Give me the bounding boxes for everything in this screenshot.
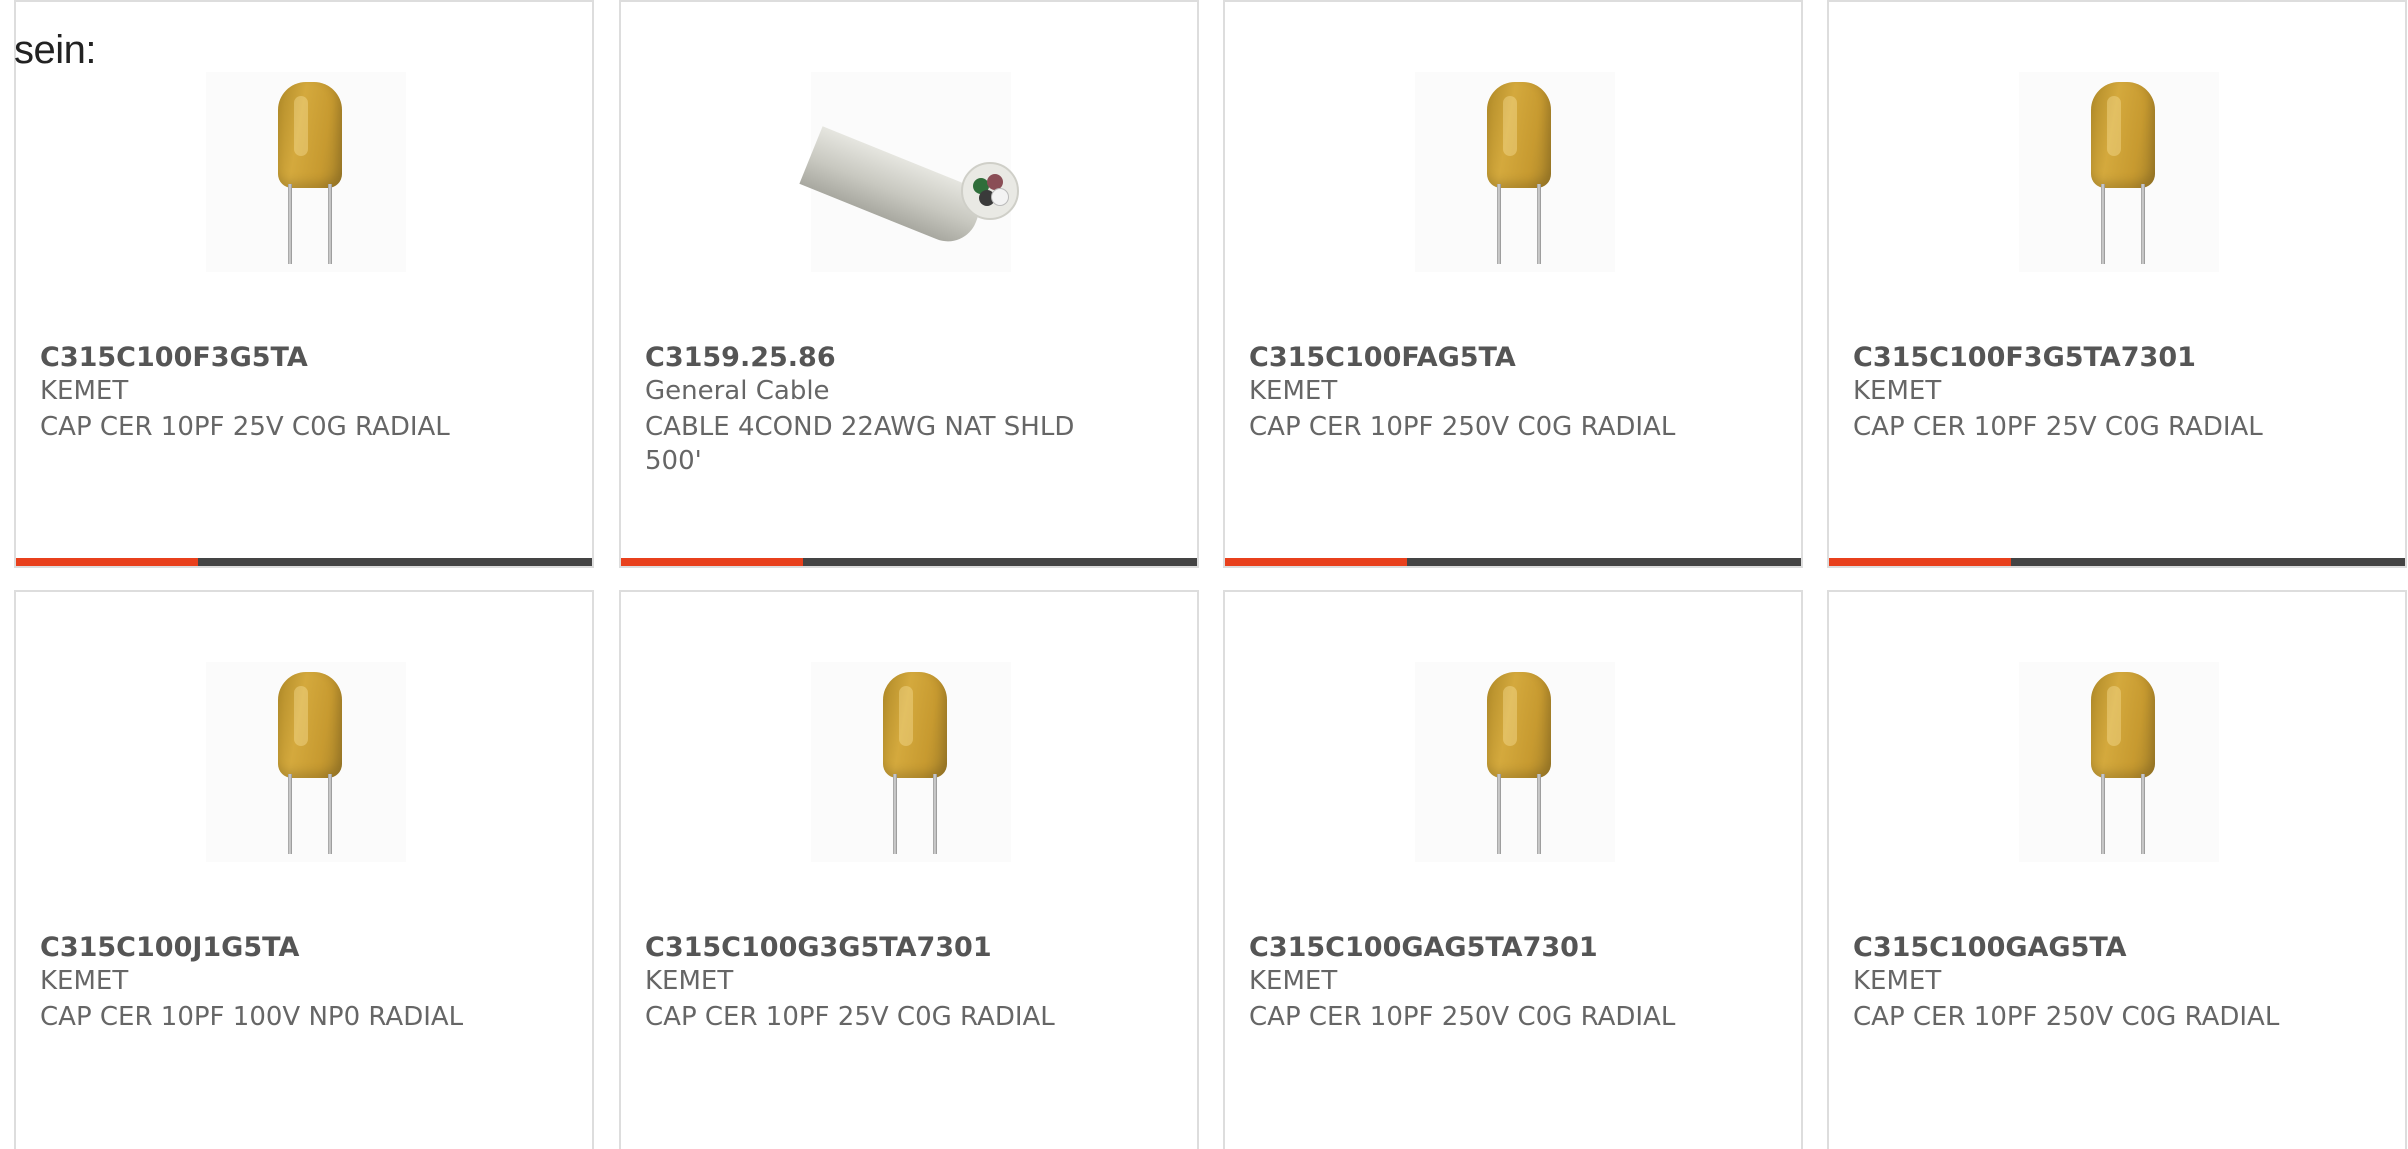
capacitor-lead bbox=[1497, 774, 1501, 854]
capacitor-lead bbox=[933, 774, 937, 854]
manufacturer: KEMET bbox=[645, 966, 734, 996]
part-number-link[interactable]: C315C100F3G5TA bbox=[40, 342, 308, 373]
card-footer-bar bbox=[16, 558, 592, 566]
capacitor-lead bbox=[893, 774, 897, 854]
card-footer-bar bbox=[1829, 558, 2405, 566]
capacitor-body bbox=[278, 672, 342, 778]
capacitor-lead bbox=[2141, 774, 2145, 854]
capacitor-image[interactable] bbox=[2019, 662, 2219, 862]
capacitor-image[interactable] bbox=[2019, 72, 2219, 272]
description: CAP CER 10PF 250V C0G RADIAL bbox=[1249, 1002, 1676, 1032]
product-card[interactable]: C315C100GAG5TA7301 KEMET CAP CER 10PF 25… bbox=[1223, 590, 1803, 1149]
capacitor-body bbox=[1487, 82, 1551, 188]
manufacturer: KEMET bbox=[40, 966, 129, 996]
product-card[interactable]: C315C100J1G5TA KEMET CAP CER 10PF 100V N… bbox=[14, 590, 594, 1149]
capacitor-image[interactable] bbox=[206, 72, 406, 272]
card-accent-bar bbox=[16, 558, 198, 566]
cable-image[interactable] bbox=[799, 72, 1019, 272]
product-card[interactable]: C315C100GAG5TA KEMET CAP CER 10PF 250V C… bbox=[1827, 590, 2407, 1149]
part-number-link[interactable]: C315C100GAG5TA bbox=[1853, 932, 2127, 963]
capacitor-lead bbox=[328, 774, 332, 854]
capacitor-lead bbox=[288, 774, 292, 854]
card-footer-bar bbox=[1225, 558, 1801, 566]
manufacturer: KEMET bbox=[1249, 966, 1338, 996]
capacitor-body bbox=[2091, 672, 2155, 778]
part-number-link[interactable]: C315C100F3G5TA7301 bbox=[1853, 342, 2196, 373]
capacitor-lead bbox=[2101, 774, 2105, 854]
intro-text: sein: bbox=[14, 28, 97, 72]
capacitor-lead bbox=[1537, 774, 1541, 854]
cable-illustration bbox=[799, 102, 1019, 251]
capacitor-lead bbox=[288, 184, 292, 264]
capacitor-body bbox=[278, 82, 342, 188]
capacitor-image[interactable] bbox=[1415, 72, 1615, 272]
manufacturer: General Cable bbox=[645, 376, 830, 406]
description: CAP CER 10PF 100V NP0 RADIAL bbox=[40, 1002, 464, 1032]
description: CAP CER 10PF 250V C0G RADIAL bbox=[1249, 412, 1676, 442]
manufacturer: KEMET bbox=[1853, 376, 1942, 406]
capacitor-lead bbox=[1537, 184, 1541, 264]
description: CAP CER 10PF 25V C0G RADIAL bbox=[40, 412, 450, 442]
manufacturer: KEMET bbox=[40, 376, 129, 406]
capacitor-image[interactable] bbox=[206, 662, 406, 862]
card-accent-bar bbox=[621, 558, 803, 566]
part-number-link[interactable]: C315C100GAG5TA7301 bbox=[1249, 932, 1598, 963]
part-number-link[interactable]: C315C100J1G5TA bbox=[40, 932, 299, 963]
capacitor-body bbox=[1487, 672, 1551, 778]
part-number-link[interactable]: C315C100FAG5TA bbox=[1249, 342, 1516, 373]
manufacturer: KEMET bbox=[1249, 376, 1338, 406]
card-accent-bar bbox=[1829, 558, 2011, 566]
product-grid-page: sein: C315C100F3G5TA KEMET CAP CER 10PF … bbox=[0, 0, 2408, 1149]
capacitor-image[interactable] bbox=[1415, 662, 1615, 862]
wire-white bbox=[991, 188, 1009, 206]
product-card[interactable]: C3159.25.86 General Cable CABLE 4COND 22… bbox=[619, 0, 1199, 568]
description: CAP CER 10PF 25V C0G RADIAL bbox=[645, 1002, 1055, 1032]
capacitor-body bbox=[883, 672, 947, 778]
capacitor-lead bbox=[2141, 184, 2145, 264]
capacitor-lead bbox=[2101, 184, 2105, 264]
capacitor-lead bbox=[328, 184, 332, 264]
product-card[interactable]: C315C100F3G5TA KEMET CAP CER 10PF 25V C0… bbox=[14, 0, 594, 568]
capacitor-image[interactable] bbox=[811, 662, 1011, 862]
part-number-link[interactable]: C315C100G3G5TA7301 bbox=[645, 932, 992, 963]
description: CAP CER 10PF 25V C0G RADIAL bbox=[1853, 412, 2263, 442]
cable-end bbox=[961, 162, 1019, 220]
manufacturer: KEMET bbox=[1853, 966, 1942, 996]
capacitor-body bbox=[2091, 82, 2155, 188]
description: CABLE 4COND 22AWG NAT SHLD 500' bbox=[645, 412, 1075, 476]
product-card[interactable]: C315C100G3G5TA7301 KEMET CAP CER 10PF 25… bbox=[619, 590, 1199, 1149]
product-card[interactable]: C315C100F3G5TA7301 KEMET CAP CER 10PF 25… bbox=[1827, 0, 2407, 568]
capacitor-lead bbox=[1497, 184, 1501, 264]
cable-jacket bbox=[799, 126, 988, 251]
card-accent-bar bbox=[1225, 558, 1407, 566]
part-number-link[interactable]: C3159.25.86 bbox=[645, 342, 836, 373]
card-footer-bar bbox=[621, 558, 1197, 566]
product-card[interactable]: C315C100FAG5TA KEMET CAP CER 10PF 250V C… bbox=[1223, 0, 1803, 568]
description: CAP CER 10PF 250V C0G RADIAL bbox=[1853, 1002, 2280, 1032]
